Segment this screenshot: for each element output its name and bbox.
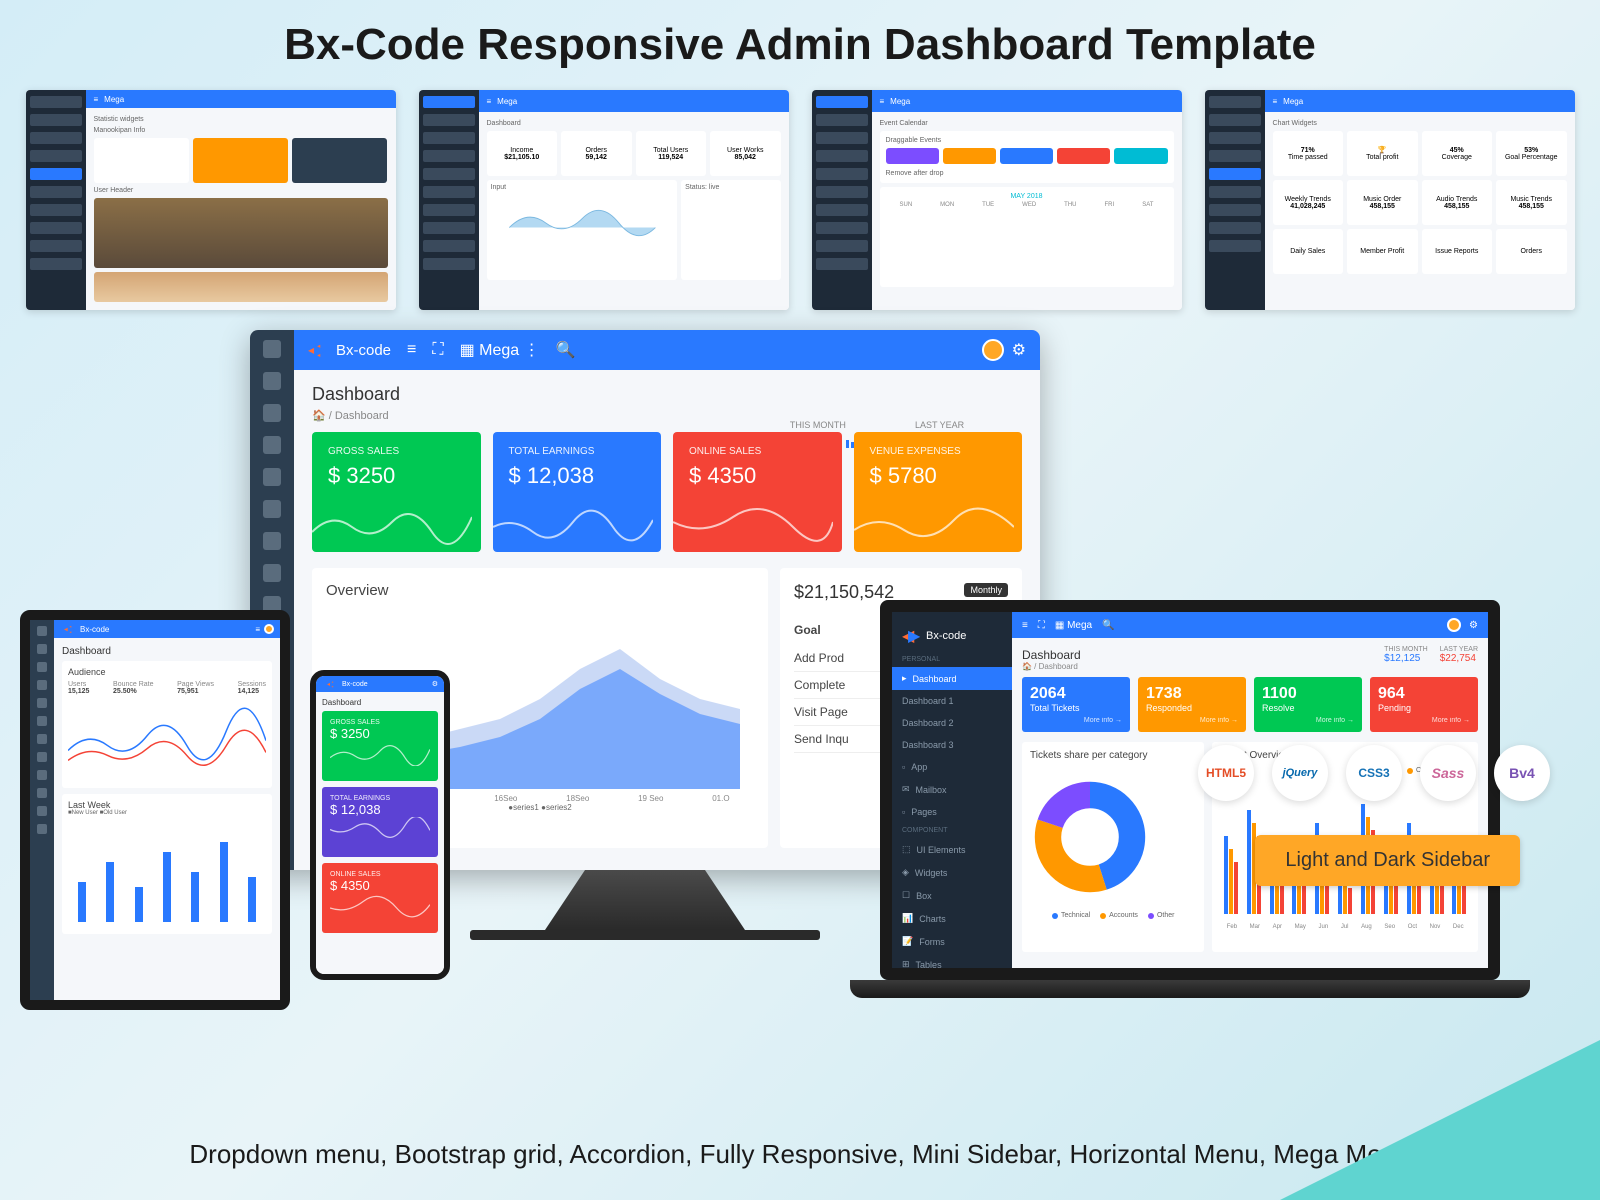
thumbnail-calendar[interactable]: ≡Mega Event Calendar Draggable Events Re… (812, 90, 1182, 310)
css3-badge: CSS3 (1346, 745, 1402, 801)
thumb-header: ≡Mega (86, 90, 396, 108)
settings-icon[interactable]: ⚙ (1469, 620, 1478, 631)
online-sales-card[interactable]: ONLINE SALES $ 4350 (673, 432, 842, 552)
tablet-mockup: Bx-code≡ Dashboard Audience Users15,125 … (20, 610, 290, 1010)
brand-logo-icon (902, 626, 922, 646)
thumb-title: Statistic widgets (94, 116, 388, 123)
avatar[interactable] (1447, 618, 1461, 632)
top-header: Bx-code ≡ ⛶ ▦ Mega ⋮ 🔍 ⚙ (294, 330, 1040, 370)
thumbnail-row: ≡Mega Statistic widgets Manookipan Info … (0, 80, 1600, 320)
sidebar-icon[interactable] (263, 340, 281, 358)
expand-icon[interactable]: ⛶ (432, 341, 443, 359)
avatar[interactable] (982, 339, 1004, 361)
page-title: Bx-Code Responsive Admin Dashboard Templ… (0, 0, 1600, 80)
sidebar-item-dashboard[interactable]: ▸ Dashboard (892, 667, 1012, 690)
laptop-sidebar[interactable]: Bx-code PERSONAL ▸ Dashboard Dashboard 1… (892, 612, 1012, 968)
html5-badge: HTML5 (1198, 745, 1254, 801)
bootstrap-badge: Bv4 (1494, 745, 1550, 801)
settings-icon[interactable]: ⚙ (1012, 340, 1026, 360)
menu-icon[interactable]: ≡ (407, 341, 416, 359)
thumb-title: Chart Widgets (1273, 120, 1567, 127)
page-heading: Dashboard (312, 384, 1022, 405)
menu-icon[interactable]: ≡ (1022, 620, 1028, 631)
decorative-triangle (1280, 1040, 1600, 1200)
thumbnail-dashboard[interactable]: ≡Mega Dashboard Income$21,105.10 Orders5… (419, 90, 789, 310)
resolve-card[interactable]: 1100ResolveMore info → (1254, 677, 1362, 732)
search-icon[interactable]: 🔍 (556, 340, 576, 360)
page-heading: Dashboard (322, 698, 438, 707)
gross-sales-mobile-card[interactable]: GROSS SALES$ 3250 (322, 711, 438, 781)
jquery-badge: jQuery (1272, 745, 1328, 801)
responded-card[interactable]: 1738RespondedMore info → (1138, 677, 1246, 732)
online-sales-mobile-card[interactable]: ONLINE SALES$ 4350 (322, 863, 438, 933)
venue-expenses-card[interactable]: VENUE EXPENSES $ 5780 (854, 432, 1023, 552)
total-tickets-card[interactable]: 2064Total TicketsMore info → (1022, 677, 1130, 732)
light-dark-callout[interactable]: Light and Dark Sidebar (1255, 835, 1520, 886)
tech-badges: HTML5 jQuery CSS3 Sass Bv4 (1198, 745, 1550, 801)
thumb-title: Event Calendar (880, 120, 1174, 127)
pending-card[interactable]: 964PendingMore info → (1370, 677, 1478, 732)
sass-badge: Sass (1420, 745, 1476, 801)
monthly-badge[interactable]: Monthly (964, 583, 1008, 597)
mega-menu[interactable]: ▦ Mega (1055, 620, 1092, 631)
metric-cards: GROSS SALES $ 3250 TOTAL EARNINGS $ 12,0… (312, 432, 1022, 552)
phone-mockup: Bx-code⚙ Dashboard GROSS SALES$ 3250 TOT… (310, 670, 450, 980)
tickets-donut-chart: Tickets share per category Technical Acc… (1022, 742, 1204, 952)
page-heading: Dashboard (62, 646, 272, 657)
expand-icon[interactable]: ⛶ (1038, 620, 1045, 631)
brand-logo-icon (308, 340, 328, 360)
mega-menu[interactable]: ▦ Mega ⋮ (460, 340, 540, 360)
search-icon[interactable]: 🔍 (1102, 620, 1114, 631)
thumb-title: Dashboard (487, 120, 781, 127)
thumbnail-widgets[interactable]: ≡Mega Statistic widgets Manookipan Info … (26, 90, 396, 310)
brand[interactable]: Bx-code (308, 340, 391, 360)
total-earnings-card[interactable]: TOTAL EARNINGS $ 12,038 (493, 432, 662, 552)
thumbnail-charts[interactable]: ≡Mega Chart Widgets 71%Time passed 🏆Tota… (1205, 90, 1575, 310)
gross-sales-card[interactable]: GROSS SALES $ 3250 (312, 432, 481, 552)
total-earnings-mobile-card[interactable]: TOTAL EARNINGS$ 12,038 (322, 787, 438, 857)
